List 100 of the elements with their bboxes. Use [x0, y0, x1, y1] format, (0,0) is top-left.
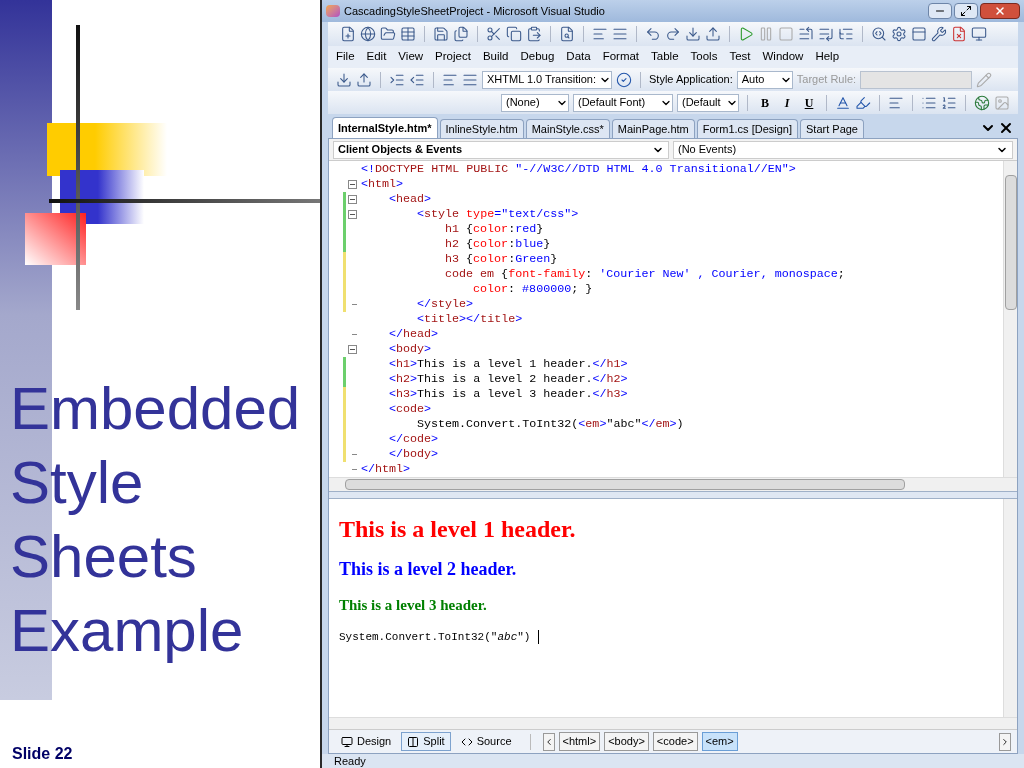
format-button[interactable]: U: [800, 93, 818, 112]
redo-icon[interactable]: [665, 26, 681, 42]
play-icon[interactable]: [738, 26, 754, 42]
menu-item[interactable]: Table: [651, 48, 679, 66]
list-arrow-icon[interactable]: [798, 26, 814, 42]
columns-icon: [407, 735, 420, 748]
menu-item[interactable]: Debug: [520, 48, 555, 66]
code-line: <body>: [329, 342, 432, 357]
files-icon[interactable]: [453, 26, 469, 42]
file-plus-icon[interactable]: [340, 26, 356, 42]
maximize-button[interactable]: [954, 3, 978, 19]
folder-icon[interactable]: [380, 26, 396, 42]
menu-item[interactable]: Test: [729, 48, 751, 66]
document-tab[interactable]: Form1.cs [Design]: [696, 119, 798, 138]
format-button[interactable]: B: [756, 93, 774, 112]
lines-icon[interactable]: [592, 26, 608, 42]
tag-breadcrumb[interactable]: <code>: [652, 732, 698, 751]
slide-title-line: Sheets: [10, 522, 198, 592]
check-circle-icon[interactable]: [616, 71, 632, 88]
block-format-dropdown[interactable]: (None): [501, 93, 569, 112]
document-tab[interactable]: MainPage.htm: [611, 119, 695, 138]
menu-item[interactable]: File: [336, 48, 355, 66]
menu-item[interactable]: Data: [566, 48, 591, 66]
vertical-scrollbar[interactable]: [1003, 161, 1017, 477]
document-tab[interactable]: InlineStyle.htm: [439, 119, 524, 138]
scroll-left-icon[interactable]: [542, 732, 555, 751]
font-dropdown[interactable]: (Default Font): [573, 93, 673, 112]
menu-item[interactable]: View: [398, 48, 424, 66]
tray-down-icon[interactable]: [336, 71, 352, 88]
object-dropdown[interactable]: Client Objects & Events: [333, 140, 669, 159]
wrench-icon[interactable]: [931, 26, 947, 42]
font-color-icon[interactable]: [835, 94, 851, 111]
copy-icon[interactable]: [506, 26, 522, 42]
menu-item[interactable]: Project: [435, 48, 471, 66]
document-tab[interactable]: Start Page: [800, 119, 864, 138]
doctype-dropdown[interactable]: XHTML 1.0 Transition:: [482, 70, 612, 89]
event-dropdown[interactable]: (No Events): [673, 140, 1013, 159]
view-tab[interactable]: Source: [454, 732, 518, 751]
minimize-button[interactable]: [928, 3, 952, 19]
menu-item[interactable]: Tools: [690, 48, 718, 66]
code-line: </html>: [329, 462, 411, 477]
cut-icon[interactable]: [486, 26, 502, 42]
menu-item[interactable]: Edit: [366, 48, 387, 66]
list-arrow-icon[interactable]: [818, 26, 834, 42]
font-size-dropdown[interactable]: (Default: [677, 93, 739, 112]
settings-icon[interactable]: [891, 26, 907, 42]
vertical-scrollbar[interactable]: [1003, 499, 1017, 717]
code-line: <h1>This is a level 1 header.</h1>: [329, 357, 628, 372]
tray-up-icon[interactable]: [705, 26, 721, 42]
code-line: <code>: [329, 402, 432, 417]
target-rule-label: Target Rule:: [796, 72, 857, 88]
code-line: </style>: [329, 297, 474, 312]
close-icon: [994, 5, 1006, 17]
slide-number: Slide 22: [12, 744, 73, 764]
globe-icon[interactable]: [360, 26, 376, 42]
code-line: <!DOCTYPE HTML PUBLIC "-//W3C//DTD HTML 4.0 Transitional//EN">: [360, 162, 796, 177]
style-application-dropdown[interactable]: Auto: [736, 70, 793, 89]
window-icon[interactable]: [911, 26, 927, 42]
preview-heading-2: This is a level 2 header.: [339, 558, 518, 581]
menu-item[interactable]: Format: [602, 48, 640, 66]
table-icon[interactable]: [400, 26, 416, 42]
paste-icon[interactable]: [526, 26, 542, 42]
find-icon[interactable]: [871, 26, 887, 42]
scroll-right-icon[interactable]: [999, 732, 1011, 751]
tag-breadcrumb[interactable]: <body>: [604, 732, 649, 751]
monitor-icon: [341, 735, 353, 748]
tag-breadcrumb[interactable]: <html>: [558, 732, 601, 751]
monitor-icon[interactable]: [971, 26, 987, 42]
tray-up-icon[interactable]: [356, 71, 372, 88]
code-line: h2 {color:blue}: [329, 237, 551, 252]
view-tab[interactable]: Split: [401, 732, 451, 751]
menu-item[interactable]: Help: [815, 48, 840, 66]
document-tab[interactable]: MainStyle.css*: [525, 119, 610, 138]
preview-heading-3: This is a level 3 header.: [339, 596, 488, 615]
highlighter-icon[interactable]: [855, 94, 871, 111]
globe-icon[interactable]: [974, 94, 990, 111]
tray-down-icon[interactable]: [685, 26, 701, 42]
list-tree-icon[interactable]: [838, 26, 854, 42]
file-search-icon[interactable]: [559, 26, 575, 42]
code-line: <h2>This is a level 2 header.</h2>: [329, 372, 628, 387]
preview-heading-1: This is a level 1 header.: [339, 515, 577, 544]
format-button[interactable]: I: [778, 93, 796, 112]
horizontal-scrollbar[interactable]: [329, 477, 1017, 491]
undo-icon[interactable]: [645, 26, 661, 42]
view-tab[interactable]: Design: [335, 732, 398, 751]
close-tab-icon[interactable]: [998, 120, 1014, 136]
tag-breadcrumb[interactable]: <em>: [701, 732, 738, 751]
save-icon[interactable]: [433, 26, 449, 42]
menu-item[interactable]: Window: [762, 48, 804, 66]
app-logo-icon: [326, 5, 340, 17]
numbered-list-icon[interactable]: [941, 94, 957, 111]
file-x-icon[interactable]: [951, 26, 967, 42]
close-button[interactable]: [980, 3, 1020, 19]
window-title: CascadingStyleSheetProject - Microsoft Visual Studio: [344, 3, 605, 19]
menu-item[interactable]: Build: [482, 48, 509, 66]
document-tab[interactable]: InternalStyle.htm*: [332, 117, 438, 138]
lines-icon[interactable]: [612, 26, 628, 42]
horizontal-scrollbar[interactable]: [329, 717, 1017, 729]
code-line: </body>: [329, 447, 439, 462]
text-cursor: [538, 630, 540, 645]
